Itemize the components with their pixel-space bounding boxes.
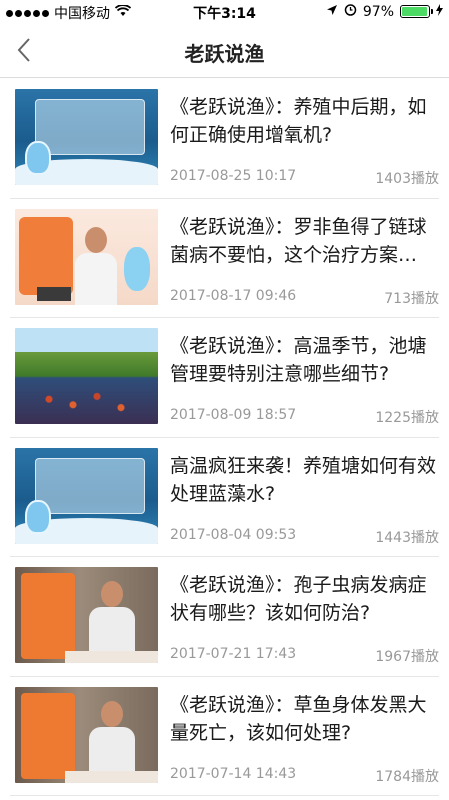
item-play-count: 1784播放	[375, 768, 439, 785]
video-thumbnail[interactable]	[15, 89, 158, 185]
item-date: 2017-07-21 17:43	[170, 646, 297, 662]
list-item[interactable]: 《老跃说渔》：罗非鱼得了链球菌病不要怕，这个治疗方案… 2017-08-17 0…	[10, 199, 440, 318]
list-item[interactable]: 《老跃说渔》：草鱼身体发黑大量死亡，该如何处理? 2017-07-14 14:4…	[10, 677, 440, 796]
item-play-count: 1225播放	[375, 410, 439, 426]
list-item[interactable]: 高温疯狂来袭！养殖塘如何有效处理蓝藻水? 2017-08-04 09:53 14…	[10, 438, 440, 557]
mascot-image	[124, 246, 150, 291]
item-title[interactable]: 高温疯狂来袭！养殖塘如何有效处理蓝藻水?	[170, 452, 440, 508]
nav-bar: 老跃说渔	[0, 24, 449, 78]
list-item[interactable]: 《老跃说渔》：高温季节，池塘管理要特别注意哪些细节? 2017-08-09 18…	[10, 318, 439, 438]
item-date: 2017-08-17 09:46	[170, 287, 297, 304]
item-play-count: 1443播放	[375, 529, 439, 546]
battery-percent: 97%	[362, 3, 394, 20]
charging-bolt-icon	[436, 3, 443, 20]
item-title[interactable]: 《老跃说渔》：高温季节，池塘管理要特别注意哪些细节?	[170, 332, 440, 388]
video-thumbnail[interactable]	[15, 567, 158, 663]
location-arrow-icon	[326, 4, 338, 20]
item-play-count: 713播放	[384, 290, 439, 307]
page-title: 老跃说渔	[184, 42, 265, 66]
item-date: 2017-08-25 10:17	[170, 168, 297, 184]
article-list: 《老跃说渔》：养殖中后期，如何正确使用增氧机? 2017-08-25 10:17…	[0, 79, 449, 796]
alarm-clock-icon	[344, 3, 357, 20]
item-title[interactable]: 《老跃说渔》：草鱼身体发黑大量死亡，该如何处理?	[170, 691, 440, 747]
item-play-count: 1403播放	[375, 171, 439, 187]
item-title[interactable]: 《老跃说渔》：养殖中后期，如何正确使用增氧机?	[170, 93, 440, 149]
mascot-image	[25, 141, 51, 175]
item-title[interactable]: 《老跃说渔》：罗非鱼得了链球菌病不要怕，这个治疗方案…	[170, 213, 440, 269]
item-title[interactable]: 《老跃说渔》：孢子虫病发病症状有哪些？该如何防治?	[170, 571, 440, 627]
item-date: 2017-07-14 14:43	[170, 765, 297, 782]
status-right: 97%	[326, 3, 443, 20]
list-item[interactable]: 《老跃说渔》：养殖中后期，如何正确使用增氧机? 2017-08-25 10:17…	[10, 79, 439, 199]
mascot-image	[25, 499, 51, 534]
item-date: 2017-08-04 09:53	[170, 526, 297, 543]
item-date: 2017-08-09 18:57	[170, 407, 297, 423]
battery-icon	[400, 5, 433, 18]
item-play-count: 1967播放	[375, 649, 439, 665]
status-bar: 中国移动 下午3:14 97%	[0, 0, 449, 24]
video-thumbnail[interactable]	[15, 686, 158, 783]
video-thumbnail[interactable]	[15, 447, 158, 544]
video-thumbnail[interactable]	[15, 208, 158, 305]
video-thumbnail[interactable]	[15, 328, 158, 424]
list-item[interactable]: 《老跃说渔》：孢子虫病发病症状有哪些？该如何防治? 2017-07-21 17:…	[10, 557, 439, 677]
